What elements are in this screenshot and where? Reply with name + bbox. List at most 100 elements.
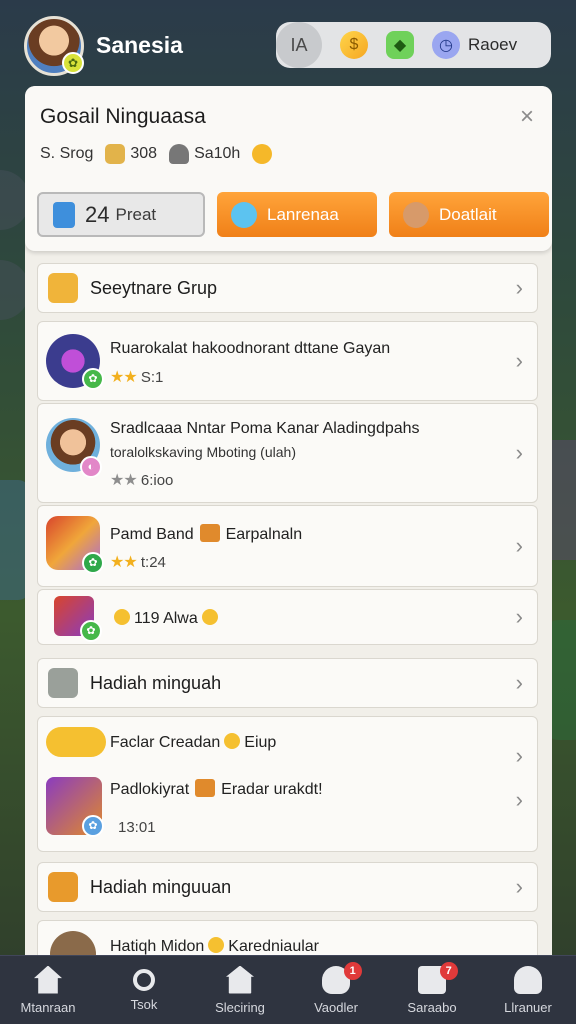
stats-row: S. Srog 308 Sa10h [40, 144, 277, 164]
star-rating-icon: ★★ [110, 554, 138, 571]
search-icon [133, 968, 155, 991]
nav-social[interactable]: 1 Vaodler [288, 956, 384, 1024]
list-item[interactable]: ✿ Ruarokalat hakoodnorant dttane Gayan ★… [37, 321, 538, 401]
badge-icon: ✿ [82, 368, 104, 390]
panel-title: Gosail Ninguaasa [40, 105, 206, 128]
badge-icon: ✿ [80, 620, 102, 642]
item-meta: ★★ t:24 [110, 554, 166, 571]
leaf-icon [231, 201, 257, 228]
nav-home[interactable]: Mtanraan [0, 956, 96, 1024]
box-icon [199, 524, 220, 542]
coin-icon [208, 937, 225, 953]
horn-icon [48, 872, 78, 902]
coins-icon [46, 727, 106, 757]
item-title: Sradlcaaa Nntar Poma Kanar Aladingdpahs [110, 420, 420, 437]
section-label: Hadiah minguah [90, 672, 222, 693]
item-meta: 13:01 [118, 819, 156, 836]
nav-label: Llranuer [504, 999, 552, 1015]
star-rating-icon: ★★ [110, 472, 138, 489]
chevron-right-icon: › [515, 533, 523, 558]
nav-label: Vaodler [314, 999, 358, 1015]
nav-label: Mtanraan [20, 999, 76, 1015]
jar-icon [48, 668, 78, 698]
chevron-right-icon: › [515, 604, 523, 629]
item-meta: ★★ S:1 [110, 369, 164, 386]
notification-badge: 1 [343, 962, 362, 980]
scroll-icon [48, 273, 78, 303]
chevron-right-icon: › [515, 874, 523, 899]
gem-icon: ◆ [386, 31, 414, 59]
coin-icon [201, 609, 218, 625]
badge-icon: ◐ [80, 456, 102, 478]
tab-label: Lanrenaa [267, 204, 339, 224]
coin-icon [224, 733, 241, 749]
nav-search[interactable]: Tsok [96, 956, 192, 1024]
clipboard-icon [53, 201, 75, 228]
building-icon [226, 965, 254, 994]
nav-label: Sleciring [215, 999, 265, 1015]
chevron-right-icon: › [515, 670, 523, 695]
item-subtitle: toralolkskaving Mboting (ulah) [110, 444, 296, 460]
bottom-navigation: Mtanraan Tsok Sleciring 1 Vaodler 7 Sara… [0, 955, 576, 1024]
section-header[interactable]: Seeytnare Grup › [37, 263, 538, 313]
resource-tag[interactable]: IA [276, 22, 322, 68]
user-icon [514, 965, 542, 994]
tab-count: 24 [85, 201, 110, 227]
item-title: Pamd Band Earpalnaln [110, 524, 303, 543]
clock-icon: ◷ [432, 31, 460, 59]
nav-profile[interactable]: Llranuer [480, 956, 576, 1024]
nav-label: Tsok [130, 996, 158, 1012]
player-name: Sanesia [96, 32, 183, 58]
item-title: Hatiqh Midon Karedniaular [110, 937, 320, 955]
level-badge-icon: ✿ [62, 52, 84, 74]
stat-value: S. Srog [40, 145, 94, 162]
gold-icon [252, 144, 273, 164]
tab-label: Doatlait [439, 204, 497, 224]
list-item[interactable]: ✿ 119 Alwa › [37, 589, 538, 645]
chevron-right-icon: › [515, 787, 523, 812]
stat-value: 308 [130, 145, 158, 162]
notification-badge: 7 [439, 962, 458, 980]
item-title: Faclar Creadan Eiup [110, 733, 277, 751]
chevron-right-icon: › [515, 743, 523, 768]
chevron-right-icon: › [515, 275, 523, 300]
star-rating-icon: ★★ [110, 369, 138, 386]
badge-icon: ✿ [82, 552, 104, 574]
list-item[interactable]: ◐ Sradlcaaa Nntar Poma Kanar Aladingdpah… [37, 403, 538, 503]
chevron-right-icon: › [515, 348, 523, 373]
avatar-icon [403, 201, 429, 228]
chevron-right-icon: › [515, 440, 523, 465]
section-header[interactable]: Hadiah minguah › [37, 658, 538, 708]
nav-label: Saraabo [407, 999, 457, 1015]
badge-icon: ✿ [82, 815, 104, 837]
list-item[interactable]: Faclar Creadan Eiup › ✿ Padlokiyrat Eradar… [37, 716, 538, 852]
tab-doatlait[interactable]: Doatlait [389, 192, 549, 237]
nav-building[interactable]: Sleciring [192, 956, 288, 1024]
nav-inbox[interactable]: 7 Saraabo [384, 956, 480, 1024]
box-icon [195, 779, 216, 797]
main-panel: Gosail Ninguaasa × S. Srog 308 Sa10h 24 … [25, 86, 552, 966]
item-title: Ruarokalat hakoodnorant dttane Gayan [110, 340, 391, 357]
tab-lanrenaa[interactable]: Lanrenaa [217, 192, 377, 237]
coin-icon: $ [340, 31, 368, 59]
item-meta: ★★ 6:ioo [110, 472, 174, 489]
resource-bar[interactable]: IA $ ◆ ◷ Raoev [276, 22, 551, 68]
close-icon[interactable]: × [514, 104, 540, 130]
resource-label: Raoev [468, 35, 518, 54]
item-title: Padlokiyrat Eradar urakdt! [110, 779, 323, 798]
coin-icon [114, 609, 130, 625]
tabs-row: 24 Preat Lanrenaa Doatlait [37, 192, 549, 237]
tab-preat[interactable]: 24 Preat [37, 192, 205, 237]
section-label: Hadiah minguuan [90, 876, 232, 897]
panel-header: Gosail Ninguaasa × S. Srog 308 Sa10h 24 … [25, 86, 552, 251]
home-icon [34, 965, 62, 994]
person-icon [169, 144, 190, 164]
box-icon [105, 144, 126, 164]
list-item[interactable]: ✿ Pamd Band Earpalnaln ★★ t:24 › [37, 505, 538, 587]
section-header[interactable]: Hadiah minguuan › [37, 862, 538, 912]
item-title: 119 Alwa [110, 609, 222, 628]
tab-label: Preat [115, 204, 157, 224]
stat-value: Sa10h [194, 145, 241, 162]
section-label: Seeytnare Grup [90, 277, 218, 298]
top-bar: ✿ Sanesia IA $ ◆ ◷ Raoev [0, 0, 576, 88]
